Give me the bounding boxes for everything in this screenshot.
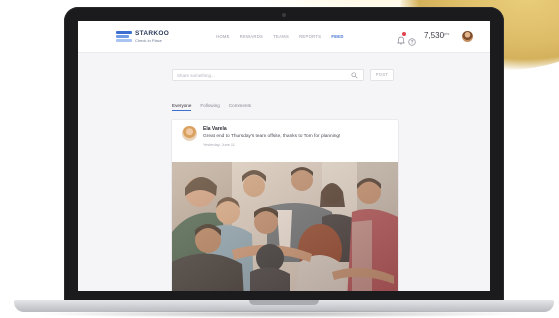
- post-photo[interactable]: [172, 162, 398, 291]
- help-icon[interactable]: [408, 33, 416, 46]
- main-nav: HOME REWARDS TEAMS REPORTS FEED: [216, 34, 344, 42]
- laptop-notch: [249, 300, 319, 305]
- post-time: Yesterday, June 11: [203, 143, 235, 147]
- nav-item-teams[interactable]: TEAMS: [273, 34, 289, 42]
- logo-name: STARKOO: [135, 30, 170, 37]
- search-input[interactable]: [177, 71, 342, 80]
- post-button[interactable]: POST: [370, 69, 394, 81]
- tab-comments[interactable]: Comments: [229, 103, 251, 111]
- post-card: Ela Varela Great end to Thursday's team …: [172, 120, 398, 291]
- search-icon[interactable]: [351, 72, 358, 79]
- points-value: 7,530: [424, 31, 445, 40]
- laptop-screen: STARKOO Check In Place HOME REWARDS TEAM…: [78, 21, 490, 291]
- points-balance: 7,530pts: [424, 31, 449, 40]
- tab-following[interactable]: Following: [200, 103, 219, 111]
- points-unit: pts: [444, 31, 450, 36]
- logo[interactable]: STARKOO Check In Place: [116, 30, 176, 46]
- nav-item-reports[interactable]: REPORTS: [299, 34, 321, 42]
- post-author[interactable]: Ela Varela: [203, 126, 227, 132]
- logo-tagline: Check In Place: [135, 38, 162, 43]
- top-bar: STARKOO Check In Place HOME REWARDS TEAM…: [78, 21, 490, 53]
- group-photo-illustration: [172, 162, 398, 291]
- tab-everyone[interactable]: Everyone: [172, 103, 192, 111]
- post-text: Great end to Thursday's team offsite, th…: [203, 134, 341, 139]
- scene: STARKOO Check In Place HOME REWARDS TEAM…: [0, 0, 559, 318]
- nav-item-rewards[interactable]: REWARDS: [240, 34, 263, 42]
- camera: [282, 13, 286, 17]
- notification-dot: [402, 32, 406, 36]
- bell-icon[interactable]: [397, 32, 406, 45]
- search-box: [172, 69, 364, 81]
- nav-item-home[interactable]: HOME: [216, 34, 230, 42]
- user-avatar[interactable]: [462, 31, 473, 42]
- feed-tabs: Everyone Following Comments: [172, 103, 251, 111]
- nav-item-feed[interactable]: FEED: [331, 34, 343, 42]
- logo-mark: [116, 31, 132, 43]
- laptop-lid: STARKOO Check In Place HOME REWARDS TEAM…: [64, 7, 504, 302]
- laptop-shadow: [30, 310, 530, 318]
- author-avatar[interactable]: [182, 126, 197, 141]
